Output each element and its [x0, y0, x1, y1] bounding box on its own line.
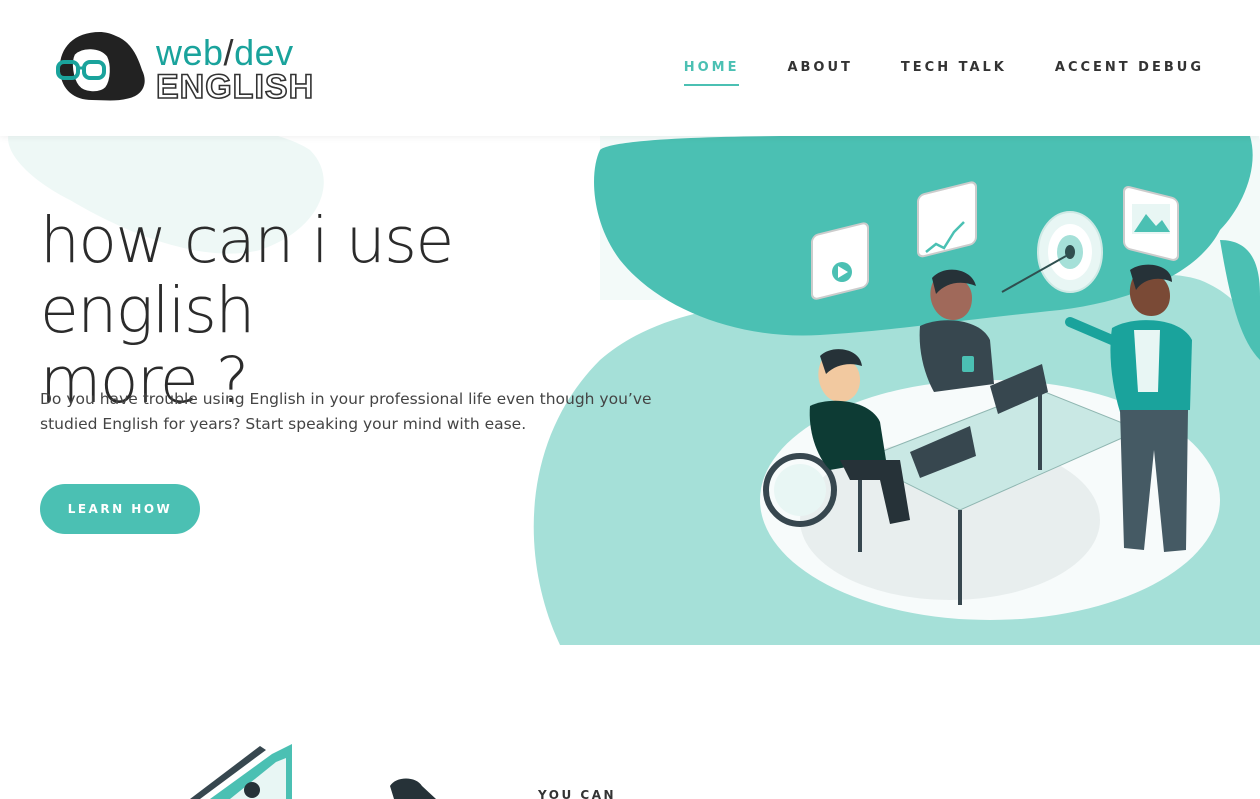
section-kicker: YOU CAN: [538, 788, 617, 799]
video-bubble-icon: [811, 222, 869, 300]
hero-title: how can i use english more ?: [40, 206, 660, 416]
hero-description: Do you have trouble using English in you…: [40, 390, 652, 433]
presentation-illustration-icon: [190, 744, 436, 799]
hero-title-line-1: how can i use english: [40, 204, 454, 347]
main-nav: HOME ABOUT TECH TALK ACCENT DEBUG: [683, 60, 1204, 86]
nav-item-about[interactable]: ABOUT: [787, 60, 852, 86]
image-bubble-icon: [1123, 186, 1179, 261]
learn-how-button[interactable]: LEARN HOW: [40, 484, 200, 534]
nav-item-tech-talk[interactable]: TECH TALK: [901, 60, 1007, 86]
nav-item-home[interactable]: HOME: [683, 60, 740, 86]
site-logo[interactable]: web/dev ENGLISH: [52, 28, 315, 108]
site-header: web/dev ENGLISH HOME ABOUT TECH TALK ACC…: [0, 0, 1260, 136]
chart-bubble-icon: [917, 181, 977, 258]
woman-with-glasses-logo-icon: [56, 32, 145, 101]
target-icon: [1001, 211, 1103, 293]
team-meeting-illustration-icon: [763, 181, 1192, 605]
nav-item-accent-debug[interactable]: ACCENT DEBUG: [1055, 60, 1204, 86]
logo-text-english: ENGLISH: [155, 67, 315, 107]
